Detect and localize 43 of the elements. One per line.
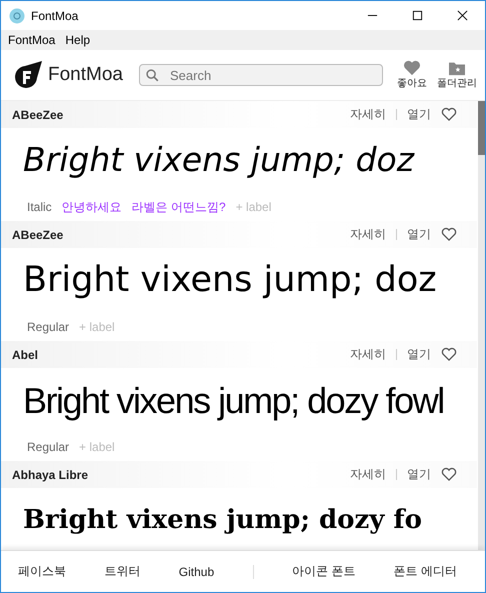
font-sample-text: Bright vixens jump; dozy fo [23,506,422,535]
search-field[interactable]: Search [138,64,383,86]
heart-icon [403,60,421,76]
footer-link[interactable]: 아이콘 폰트 [292,563,356,580]
open-link[interactable]: 열기 [407,106,431,123]
footer-link[interactable]: Github [178,564,214,578]
search-icon [146,69,159,82]
footer-link[interactable]: 페이스북 [18,563,66,580]
footer-link[interactable]: 폰트 에디터 [394,563,457,580]
header-action-button[interactable]: 폴더관리 [437,60,477,90]
heart-icon[interactable] [441,227,457,242]
heart-icon[interactable] [441,467,457,482]
label-tag[interactable]: 라벨은 어떤느낌? [132,198,226,216]
open-link[interactable]: 열기 [407,226,431,243]
window-title: FontMoa [31,8,80,22]
menu-item[interactable]: Help [65,33,90,47]
font-sample-text: Bright vixens jump; doz [23,142,414,179]
app-name: FontMoa [48,64,123,86]
font-name: ABeeZee [12,228,64,242]
detail-link[interactable]: 자세히 [350,346,386,363]
label-tag[interactable]: 안녕하세요 [62,198,122,216]
font-style-label: Regular [27,320,70,334]
header-action-button[interactable]: 좋아요 [397,60,427,90]
footer-link[interactable]: 트위터 [104,563,140,580]
font-style-label: Italic [27,200,52,214]
logo-icon [13,60,43,90]
heart-icon[interactable] [441,347,457,362]
font-sample-text: Bright vixens jump; doz [23,261,437,300]
font-style-label: Regular [27,440,70,454]
open-link[interactable]: 열기 [407,466,431,483]
app-icon [9,8,25,24]
menu-item[interactable]: FontMoa [8,33,56,47]
heart-icon[interactable] [441,107,457,122]
folder-star-icon [448,60,466,76]
font-sample-text: Bright vixens jump; dozy fowl [23,380,444,420]
font-name: ABeeZee [12,108,64,122]
font-name: Abhaya Libre [12,468,90,482]
detail-link[interactable]: 자세히 [350,106,386,123]
font-name: Abel [12,348,40,362]
detail-link[interactable]: 자세히 [350,226,386,243]
detail-link[interactable]: 자세히 [350,466,386,483]
scrollbar[interactable] [478,101,485,550]
open-link[interactable]: 열기 [407,346,431,363]
